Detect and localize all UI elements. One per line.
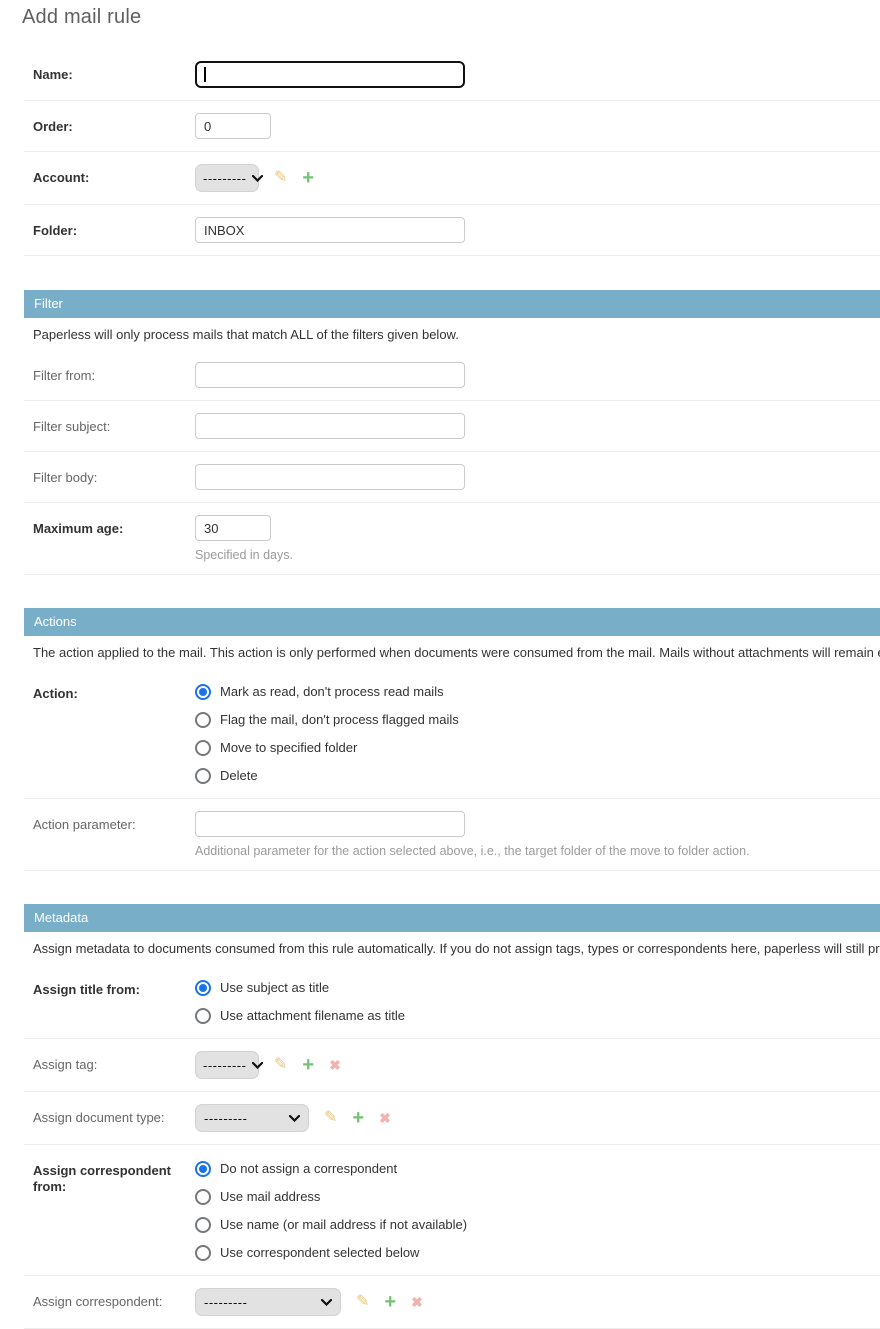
radio-button-icon[interactable]	[195, 1217, 211, 1233]
name-label: Name:	[24, 61, 195, 83]
form-row-filter-subject: Filter subject:	[24, 401, 880, 452]
assign-correspondent-radio-group: Do not assign a correspondent Use mail a…	[195, 1157, 467, 1263]
action-label: Action:	[24, 680, 195, 702]
correspondent-option-name[interactable]: Use name (or mail address if not availab…	[195, 1217, 467, 1233]
filter-body-label: Filter body:	[24, 464, 195, 486]
account-label: Account:	[24, 164, 195, 186]
module-basic: Name: Order: Account: --------- ✎	[24, 49, 880, 256]
edit-pencil-icon[interactable]: ✎	[356, 1294, 369, 1310]
folder-input[interactable]	[195, 217, 465, 243]
radio-button-icon[interactable]	[195, 768, 211, 784]
account-select-value: ---------	[203, 171, 246, 186]
title-option-subject[interactable]: Use subject as title	[195, 980, 405, 996]
action-option-move-folder[interactable]: Move to specified folder	[195, 740, 459, 756]
assign-correspondent-from-label: Assign correspondent from:	[24, 1157, 195, 1195]
order-input[interactable]	[195, 113, 271, 139]
assign-tag-select-value: ---------	[203, 1058, 246, 1073]
module-actions: Actions The action applied to the mail. …	[24, 608, 880, 871]
action-parameter-input[interactable]	[195, 811, 465, 837]
form-row-assign-correspondent-from: Assign correspondent from: Do not assign…	[24, 1145, 880, 1276]
radio-button-icon[interactable]	[195, 1245, 211, 1261]
assign-tag-select[interactable]: ---------	[195, 1051, 259, 1079]
folder-label: Folder:	[24, 217, 195, 239]
maximum-age-label: Maximum age:	[24, 515, 195, 537]
radio-button-icon[interactable]	[195, 1161, 211, 1177]
add-plus-icon[interactable]: +	[302, 168, 314, 188]
title-option-attachment-filename[interactable]: Use attachment filename as title	[195, 1008, 405, 1024]
action-option-flag-mail[interactable]: Flag the mail, don't process flagged mai…	[195, 712, 459, 728]
radio-button-icon[interactable]	[195, 684, 211, 700]
radio-button-icon[interactable]	[195, 1189, 211, 1205]
form-row-assign-title-from: Assign title from: Use subject as title …	[24, 964, 880, 1039]
metadata-section-header: Metadata	[24, 904, 880, 932]
add-plus-icon[interactable]: +	[302, 1055, 314, 1075]
form-row-filter-body: Filter body:	[24, 452, 880, 503]
filter-section-description: Paperless will only process mails that m…	[24, 318, 880, 350]
form-row-account: Account: --------- ✎ +	[24, 152, 880, 205]
module-filter: Filter Paperless will only process mails…	[24, 290, 880, 575]
assign-tag-label: Assign tag:	[24, 1051, 195, 1073]
chevron-down-icon	[252, 175, 263, 182]
maximum-age-input[interactable]	[195, 515, 271, 541]
action-radio-group: Mark as read, don't process read mails F…	[195, 680, 459, 786]
correspondent-option-selected-below[interactable]: Use correspondent selected below	[195, 1245, 467, 1261]
text-cursor	[204, 67, 206, 82]
correspondent-option-mail-address[interactable]: Use mail address	[195, 1189, 467, 1205]
edit-pencil-icon[interactable]: ✎	[324, 1110, 337, 1126]
assign-document-type-label: Assign document type:	[24, 1104, 195, 1126]
edit-pencil-icon[interactable]: ✎	[274, 170, 287, 186]
filter-body-input[interactable]	[195, 464, 465, 490]
correspondent-option-none[interactable]: Do not assign a correspondent	[195, 1161, 467, 1177]
filter-subject-label: Filter subject:	[24, 413, 195, 435]
form-row-name: Name:	[24, 49, 880, 101]
filter-subject-input[interactable]	[195, 413, 465, 439]
action-option-mark-as-read[interactable]: Mark as read, don't process read mails	[195, 684, 459, 700]
metadata-section-description: Assign metadata to documents consumed fr…	[24, 932, 880, 964]
form-row-folder: Folder:	[24, 205, 880, 256]
assign-title-radio-group: Use subject as title Use attachment file…	[195, 976, 405, 1026]
name-input[interactable]	[195, 61, 465, 88]
module-metadata: Metadata Assign metadata to documents co…	[24, 904, 880, 1329]
assign-correspondent-select-value: ---------	[204, 1295, 247, 1310]
chevron-down-icon	[289, 1115, 300, 1122]
edit-pencil-icon[interactable]: ✎	[274, 1057, 287, 1073]
maximum-age-help: Specified in days.	[195, 548, 293, 562]
form-row-order: Order:	[24, 101, 880, 152]
assign-document-type-select[interactable]: ---------	[195, 1104, 309, 1132]
form-row-maximum-age: Maximum age: Specified in days.	[24, 503, 880, 575]
delete-cross-icon[interactable]: ✖	[329, 1058, 341, 1072]
page-canvas: Add mail rule Name: Order: Account: ----…	[0, 0, 880, 1329]
assign-document-type-select-value: ---------	[204, 1111, 247, 1126]
order-label: Order:	[24, 113, 195, 135]
form-row-filter-from: Filter from:	[24, 350, 880, 401]
delete-cross-icon[interactable]: ✖	[411, 1295, 423, 1309]
add-plus-icon[interactable]: +	[384, 1292, 396, 1312]
form-row-action: Action: Mark as read, don't process read…	[24, 668, 880, 799]
action-option-delete[interactable]: Delete	[195, 768, 459, 784]
page-title: Add mail rule	[0, 0, 880, 31]
radio-button-icon[interactable]	[195, 740, 211, 756]
filter-from-input[interactable]	[195, 362, 465, 388]
radio-button-icon[interactable]	[195, 1008, 211, 1024]
radio-button-icon[interactable]	[195, 980, 211, 996]
action-parameter-label: Action parameter:	[24, 811, 195, 833]
filter-from-label: Filter from:	[24, 362, 195, 384]
assign-correspondent-label: Assign correspondent:	[24, 1288, 195, 1310]
actions-section-description: The action applied to the mail. This act…	[24, 636, 880, 668]
form-row-action-parameter: Action parameter: Additional parameter f…	[24, 799, 880, 871]
form-row-assign-correspondent: Assign correspondent: --------- ✎ + ✖	[24, 1276, 880, 1329]
radio-button-icon[interactable]	[195, 712, 211, 728]
form-row-assign-document-type: Assign document type: --------- ✎ + ✖	[24, 1092, 880, 1145]
assign-title-from-label: Assign title from:	[24, 976, 195, 998]
action-parameter-help: Additional parameter for the action sele…	[195, 844, 750, 858]
delete-cross-icon[interactable]: ✖	[379, 1111, 391, 1125]
add-plus-icon[interactable]: +	[352, 1108, 364, 1128]
chevron-down-icon	[321, 1299, 332, 1306]
form-row-assign-tag: Assign tag: --------- ✎ + ✖	[24, 1039, 880, 1092]
account-select[interactable]: ---------	[195, 164, 259, 192]
actions-section-header: Actions	[24, 608, 880, 636]
assign-correspondent-select[interactable]: ---------	[195, 1288, 341, 1316]
chevron-down-icon	[252, 1062, 263, 1069]
filter-section-header: Filter	[24, 290, 880, 318]
